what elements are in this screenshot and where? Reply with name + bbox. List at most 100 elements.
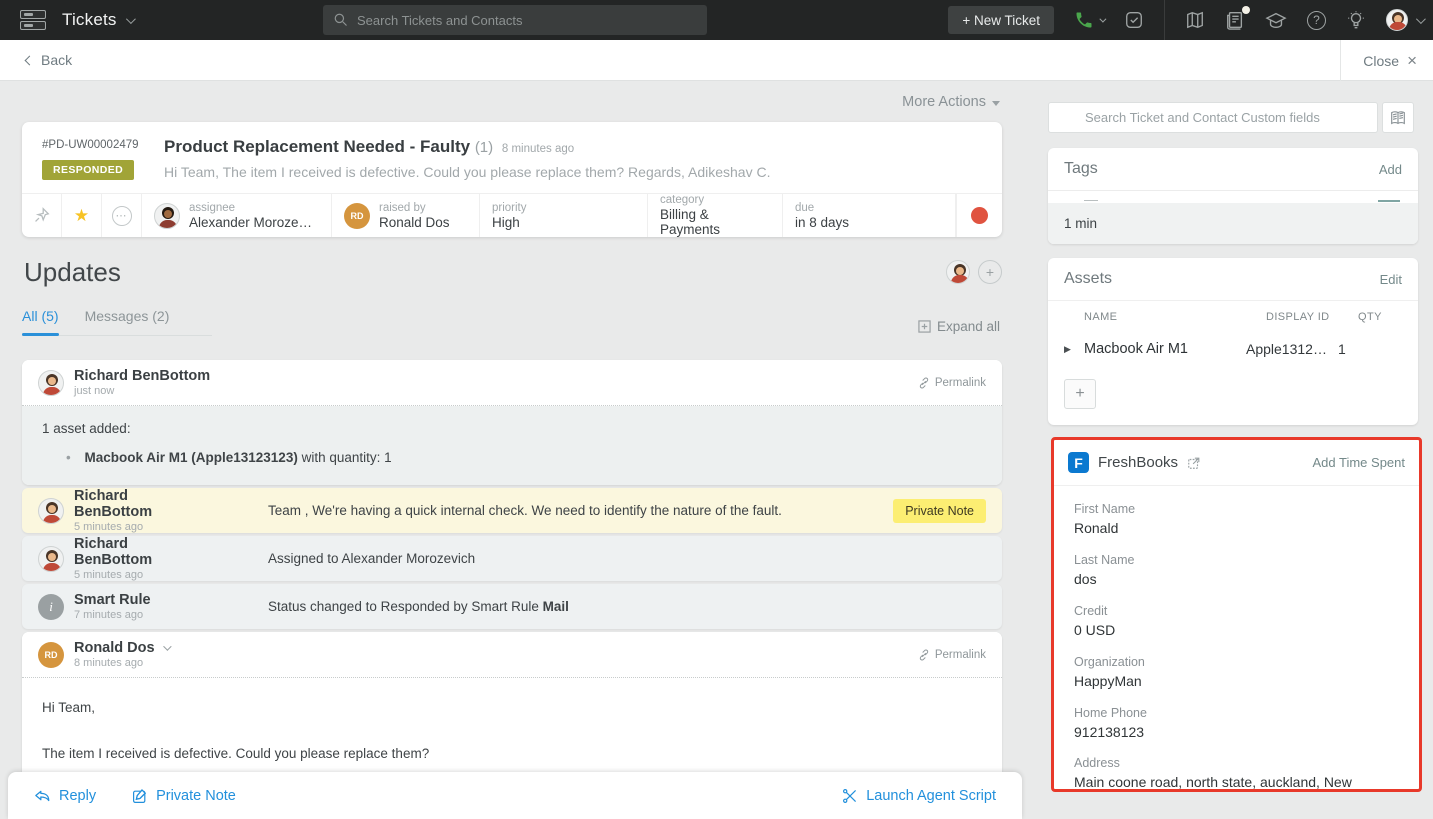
external-link-icon[interactable]	[1187, 456, 1201, 470]
assignee-label: assignee	[189, 202, 312, 214]
topbar-divider	[1164, 0, 1165, 40]
category-property[interactable]: category Billing & Payments	[648, 194, 783, 237]
whats-new-icon[interactable]	[1225, 10, 1245, 30]
tags-card: Tags Add 1 min	[1048, 148, 1418, 244]
message-paragraph: The item I received is defective. Could …	[42, 746, 982, 761]
field-value: Ronald	[1074, 519, 1384, 538]
link-icon	[918, 377, 930, 389]
sla-indicator-cell	[956, 194, 1002, 237]
asset-added-name: Macbook Air M1 (Apple13123123)	[85, 450, 298, 465]
freshbooks-field: Organization HappyMan	[1074, 655, 1399, 691]
close-button[interactable]: Close ×	[1340, 40, 1417, 81]
raised-by-value: Ronald Dos	[379, 215, 450, 230]
add-time-spent-button[interactable]: Add Time Spent	[1313, 455, 1406, 470]
bullet-dot: •	[66, 450, 71, 465]
assets-title: Assets	[1064, 270, 1112, 288]
launch-agent-script-button[interactable]: Launch Agent Script	[842, 788, 996, 804]
ticket-options-button[interactable]: ⋯	[102, 194, 142, 237]
permalink-link[interactable]: Permalink	[918, 649, 986, 661]
chevron-left-icon	[25, 55, 35, 65]
custom-fields-search-input[interactable]	[1048, 102, 1378, 133]
private-note-button[interactable]: Private Note	[132, 788, 236, 804]
academy-icon[interactable]	[1265, 10, 1287, 30]
time-entry: 1 min	[1048, 203, 1418, 244]
expand-all-button[interactable]: Expand all	[800, 319, 1000, 334]
permalink-link[interactable]: Permalink	[918, 377, 986, 389]
todo-check-icon[interactable]	[1124, 10, 1144, 30]
topbar-right-actions: + New Ticket ?	[948, 0, 1423, 40]
message-paragraph: Hi Team,	[42, 700, 982, 715]
add-asset-button[interactable]: +	[1064, 379, 1096, 409]
more-actions-button[interactable]: More Actions	[22, 94, 1000, 110]
back-button[interactable]: Back	[26, 52, 72, 68]
ticket-status-badge: RESPONDED	[42, 160, 134, 180]
richard-avatar	[38, 546, 64, 572]
add-watcher-button[interactable]: +	[978, 260, 1002, 284]
user-menu[interactable]	[1386, 9, 1423, 31]
update-author: Richard BenBottom	[74, 536, 204, 568]
tags-add-button[interactable]: Add	[1379, 162, 1402, 177]
priority-property[interactable]: priority High	[480, 194, 648, 237]
chevron-down-icon	[126, 14, 136, 24]
freshbooks-field: Home Phone 912138123	[1074, 706, 1399, 742]
tab-messages[interactable]: Messages (2)	[85, 308, 170, 324]
star-icon: ★	[74, 206, 89, 226]
update-author: Smart Rule	[74, 592, 204, 608]
ticket-title: Product Replacement Needed - Faulty	[164, 137, 470, 156]
tickets-menu[interactable]: Tickets	[62, 10, 133, 30]
star-ticket-button[interactable]: ★	[62, 194, 102, 237]
asset-name: Macbook Air M1	[1084, 341, 1246, 357]
update-entry-assigned: Richard BenBottom 5 minutes ago Assigned…	[22, 536, 1002, 581]
asset-qty: 1	[1338, 341, 1402, 357]
assignee-property[interactable]: assignee Alexander Moroze…	[142, 194, 332, 237]
update-time: 7 minutes ago	[74, 609, 204, 621]
subheader-bar: Back Close ×	[0, 40, 1433, 81]
reply-label: Reply	[59, 788, 96, 804]
freshbooks-field: Credit 0 USD	[1074, 604, 1399, 640]
help-icon[interactable]: ?	[1307, 11, 1326, 30]
tags-title: Tags	[1064, 160, 1098, 178]
permalink-label: Permalink	[935, 377, 986, 389]
book-icon	[1389, 109, 1407, 127]
solutions-map-icon[interactable]	[1185, 10, 1205, 30]
assets-edit-button[interactable]: Edit	[1380, 272, 1402, 287]
field-groups-button[interactable]	[1382, 102, 1414, 133]
field-label: Organization	[1074, 655, 1399, 669]
update-time: 8 minutes ago	[74, 657, 169, 669]
raised-by-avatar: RD	[344, 203, 370, 229]
ideas-bulb-icon[interactable]	[1346, 10, 1366, 30]
agent-script-icon	[842, 788, 858, 804]
assets-table-header: NAME DISPLAY ID QTY	[1048, 300, 1418, 331]
asset-row[interactable]: ▶ Macbook Air M1 Apple1312… 1	[1048, 331, 1418, 367]
phone-chevron-icon	[1099, 15, 1106, 22]
ticket-summary-card: #PD-UW00002479 RESPONDED Product Replace…	[22, 122, 1002, 237]
watcher-avatar[interactable]	[946, 260, 970, 284]
permalink-label: Permalink	[935, 649, 986, 661]
field-label: Credit	[1074, 604, 1399, 618]
phone-icon[interactable]	[1074, 10, 1104, 30]
more-actions-label: More Actions	[902, 94, 986, 110]
column-qty: QTY	[1358, 311, 1402, 323]
link-icon	[918, 649, 930, 661]
global-search-input[interactable]	[323, 5, 707, 35]
caret-right-icon[interactable]: ▶	[1064, 344, 1084, 355]
pin-ticket-button[interactable]	[22, 194, 62, 237]
reply-button[interactable]: Reply	[34, 788, 96, 804]
field-value: Main coone road, north state, auckland, …	[1074, 773, 1384, 792]
update-author: Richard BenBottom	[74, 488, 204, 520]
update-time: 5 minutes ago	[74, 521, 204, 533]
tab-all[interactable]: All (5)	[22, 308, 59, 324]
clipped-row	[1048, 190, 1418, 203]
author-chevron-icon[interactable]	[163, 642, 171, 650]
user-menu-chevron-icon	[1416, 14, 1426, 24]
app-switcher-icon[interactable]	[20, 9, 46, 31]
assets-card: Assets Edit NAME DISPLAY ID QTY ▶ Macboo…	[1048, 258, 1418, 425]
ticket-time: 8 minutes ago	[502, 143, 574, 155]
raised-by-property[interactable]: RD raised by Ronald Dos	[332, 194, 480, 237]
new-ticket-button[interactable]: + New Ticket	[948, 6, 1054, 34]
due-property[interactable]: due in 8 days	[783, 194, 956, 237]
raised-by-label: raised by	[379, 202, 450, 214]
asset-added-intro: 1 asset added:	[42, 421, 982, 436]
assignee-avatar	[154, 203, 180, 229]
ticket-properties-row: ★ ⋯ assignee Alexander Moroze… RD raised…	[22, 193, 1002, 237]
